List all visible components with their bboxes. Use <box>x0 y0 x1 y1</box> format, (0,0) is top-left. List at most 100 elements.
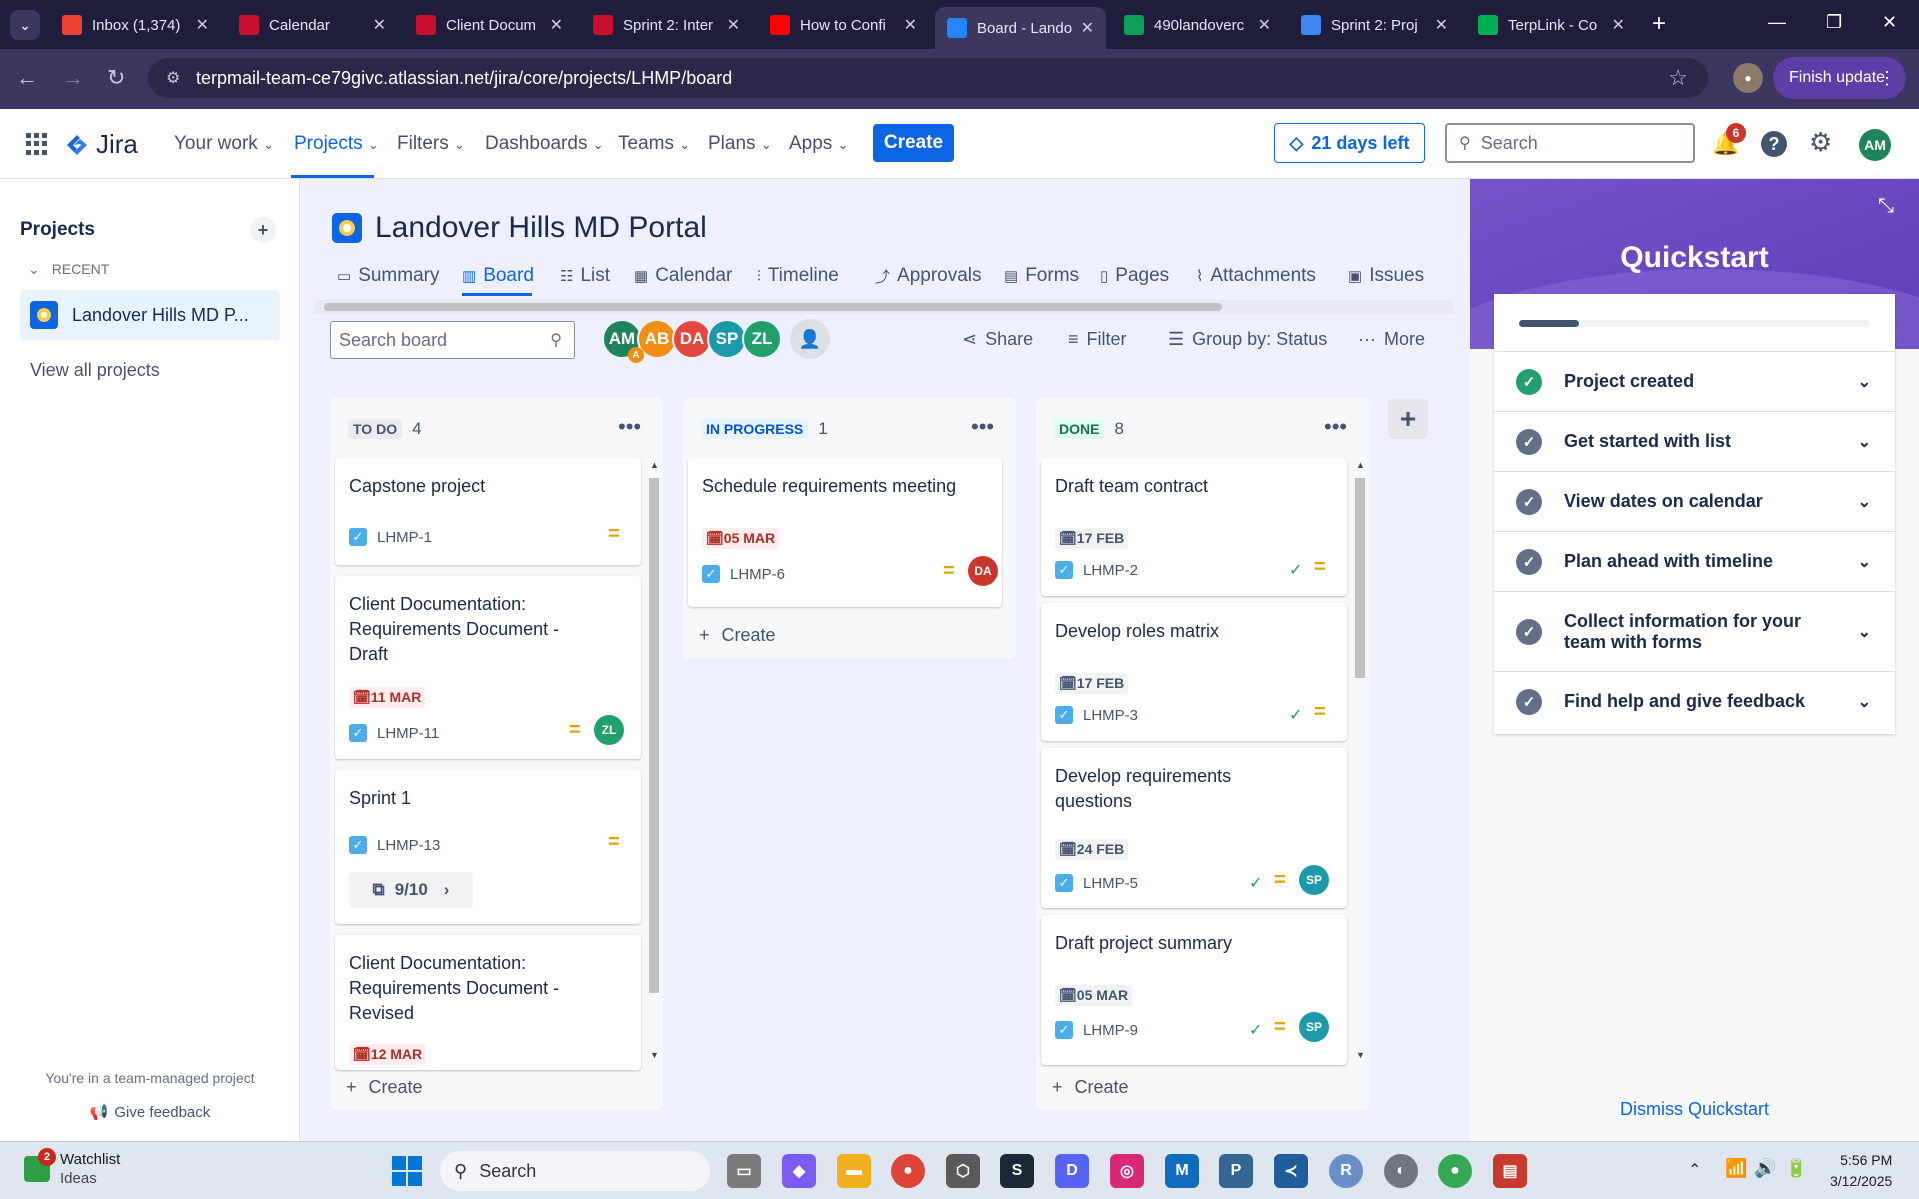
nav-teams[interactable]: Teams ⌄ <box>618 133 690 155</box>
app2-icon[interactable]: ▤ <box>1493 1154 1527 1188</box>
tabs-scrollbar-thumb[interactable] <box>324 303 1222 311</box>
card[interactable]: Develop requirements questions 🗓24 FEB ✓… <box>1041 748 1347 908</box>
browser-tab[interactable]: How to Confi ✕ <box>758 7 929 43</box>
chevron-down-icon[interactable]: ⌄ <box>1858 492 1871 512</box>
sidebar-item-project[interactable]: Landover Hills MD P... <box>20 290 280 340</box>
card[interactable]: Client Documentation: Requirements Docum… <box>335 935 641 1070</box>
minimize-quickstart-icon[interactable]: ⤡ <box>1878 195 1894 218</box>
browser-tab[interactable]: Board - Lando ✕ <box>935 7 1106 49</box>
close-tab-icon[interactable]: ✕ <box>1258 15 1271 35</box>
share-button[interactable]: ⋖ Share <box>962 329 1033 350</box>
chevron-down-icon[interactable]: ⌄ <box>1858 432 1871 452</box>
user-avatar[interactable]: AM <box>1859 129 1891 161</box>
column-scrollbar[interactable]: ▲ ▼ <box>1354 460 1366 1060</box>
copilot-icon[interactable]: ◆ <box>782 1154 816 1188</box>
profile-avatar[interactable]: ● <box>1733 63 1763 93</box>
url-field[interactable]: ⚙ terpmail-team-ce79givc.atlassian.net/j… <box>148 58 1708 98</box>
column-menu-icon[interactable]: ••• <box>618 414 641 440</box>
tab-attachments[interactable]: ⌇ Attachments <box>1196 265 1316 287</box>
create-button[interactable]: Create <box>873 124 954 162</box>
nav-apps[interactable]: Apps ⌄ <box>789 133 849 155</box>
column-scrollbar-thumb[interactable] <box>1355 478 1365 678</box>
finish-update-button[interactable]: Finish update ⋮ <box>1773 57 1906 99</box>
jira-logo[interactable]: Jira <box>64 129 138 160</box>
close-tab-icon[interactable]: ✕ <box>1435 15 1448 35</box>
card[interactable]: Develop roles matrix 🗓17 FEB ✓ LHMP-3 ✓ = <box>1041 603 1347 741</box>
close-tab-icon[interactable]: ✕ <box>904 15 917 35</box>
close-tab-icon[interactable]: ✕ <box>1081 18 1094 38</box>
card[interactable]: Sprint 1 ✓ LHMP-13 = ⧉ 9/10 › <box>335 770 641 924</box>
nav-projects[interactable]: Projects ⌄ <box>294 133 379 155</box>
nav-filters[interactable]: Filters ⌄ <box>397 133 465 155</box>
bookmark-star-icon[interactable]: ☆ <box>1668 65 1688 91</box>
nav-your-work[interactable]: Your work ⌄ <box>174 133 274 155</box>
member-avatar[interactable]: DA <box>672 319 712 359</box>
site-info-icon[interactable]: ⚙ <box>166 68 180 88</box>
minimize-icon[interactable]: — <box>1768 12 1786 33</box>
create-issue-button[interactable]: + Create <box>699 625 776 646</box>
quickstart-item[interactable]: ✓ Get started with list ⌄ <box>1494 411 1895 471</box>
reload-icon[interactable]: ↻ <box>107 65 125 91</box>
search-board-input[interactable]: Search board ⚲ <box>330 321 575 359</box>
chevron-down-icon[interactable]: ⌄ <box>1858 372 1871 392</box>
add-column-button[interactable]: + <box>1388 399 1428 439</box>
close-tab-icon[interactable]: ✕ <box>373 15 386 35</box>
browser-tab[interactable]: Sprint 2: Proj ✕ <box>1289 7 1460 43</box>
wifi-icon[interactable]: 📶 <box>1725 1158 1747 1179</box>
clock[interactable]: 5:56 PM 3/12/2025 <box>1830 1150 1892 1192</box>
nav-plans[interactable]: Plans ⌄ <box>708 133 772 155</box>
column-scrollbar-thumb[interactable] <box>649 478 659 993</box>
tab-issues[interactable]: ▣ Issues <box>1348 265 1424 287</box>
member-avatar[interactable]: ZL <box>742 319 782 359</box>
card[interactable]: Client Documentation: Requirements Docum… <box>335 576 641 759</box>
browser-tab[interactable]: 490landoverc ✕ <box>1112 7 1283 43</box>
nav-dashboards[interactable]: Dashboards ⌄ <box>485 133 604 155</box>
browser-tab[interactable]: Sprint 2: Inter ✕ <box>581 7 752 43</box>
close-window-icon[interactable]: ✕ <box>1882 12 1897 33</box>
browser-tab[interactable]: Inbox (1,374) ✕ <box>50 7 221 43</box>
dismiss-quickstart-link[interactable]: Dismiss Quickstart <box>1470 1099 1919 1120</box>
view-all-projects-link[interactable]: View all projects <box>30 360 160 381</box>
quickstart-item[interactable]: ✓ Plan ahead with timeline ⌄ <box>1494 531 1895 591</box>
tabs-scrollbar[interactable] <box>314 300 1454 314</box>
quickstart-item[interactable]: ✓ Collect information for your team with … <box>1494 591 1895 671</box>
quickstart-item[interactable]: ✓ Project created ⌄ <box>1494 351 1895 411</box>
subtasks-button[interactable]: ⧉ 9/10 › <box>349 872 473 908</box>
group-by-button[interactable]: ☰ Group by: Status <box>1168 329 1327 350</box>
add-people-icon[interactable]: 👤 <box>790 319 830 359</box>
battery-icon[interactable]: 🔋 <box>1785 1158 1807 1179</box>
browser-tab[interactable]: TerpLink - Co ✕ <box>1466 7 1637 43</box>
header-search-input[interactable]: ⚲ Search <box>1445 123 1695 163</box>
app-icon[interactable]: ⬡ <box>946 1154 980 1188</box>
back-icon[interactable]: ← <box>16 65 38 91</box>
assignee-avatar[interactable]: SP <box>1299 1012 1329 1042</box>
scroll-down-arrow-icon[interactable]: ▼ <box>1356 1050 1365 1060</box>
close-tab-icon[interactable]: ✕ <box>550 15 563 35</box>
tab-summary[interactable]: ▭ Summary <box>337 265 439 287</box>
chevron-down-icon[interactable]: ⌄ <box>1858 622 1871 642</box>
card[interactable]: Schedule requirements meeting 🗓05 MAR ✓ L… <box>688 458 1002 607</box>
tab-list[interactable]: ☷ List <box>560 265 610 287</box>
more-button[interactable]: ··· More <box>1358 329 1425 350</box>
close-tab-icon[interactable]: ✕ <box>727 15 740 35</box>
code-icon[interactable]: ≺ <box>1274 1154 1308 1188</box>
column-scrollbar[interactable]: ▲ ▼ <box>648 460 660 1060</box>
file-explorer-icon[interactable]: ▬ <box>837 1154 871 1188</box>
restore-icon[interactable]: ❐ <box>1826 12 1842 33</box>
chrome-active-icon[interactable]: ● <box>1438 1154 1472 1188</box>
volume-icon[interactable]: 🔊 <box>1754 1158 1776 1179</box>
scroll-up-arrow-icon[interactable]: ▲ <box>650 460 659 470</box>
discord-icon[interactable]: D <box>1055 1154 1089 1188</box>
assignee-avatar[interactable]: SP <box>1299 865 1329 895</box>
m365-icon[interactable]: M <box>1165 1154 1199 1188</box>
close-tab-icon[interactable]: ✕ <box>196 15 209 35</box>
tab-calendar[interactable]: ▦ Calendar <box>634 265 732 287</box>
app-switcher-icon[interactable] <box>26 133 48 155</box>
browser-tab[interactable]: Client Docum ✕ <box>404 7 575 43</box>
instagram-icon[interactable]: ◎ <box>1110 1154 1144 1188</box>
column-menu-icon[interactable]: ••• <box>1324 414 1347 440</box>
card[interactable]: Draft team contract 🗓17 FEB ✓ LHMP-2 ✓ = <box>1041 458 1347 596</box>
settings-gear-icon[interactable]: ⚙ <box>1809 127 1832 158</box>
create-issue-button[interactable]: + Create <box>346 1077 423 1098</box>
taskbar-search[interactable]: ⚲ Search <box>440 1151 710 1191</box>
